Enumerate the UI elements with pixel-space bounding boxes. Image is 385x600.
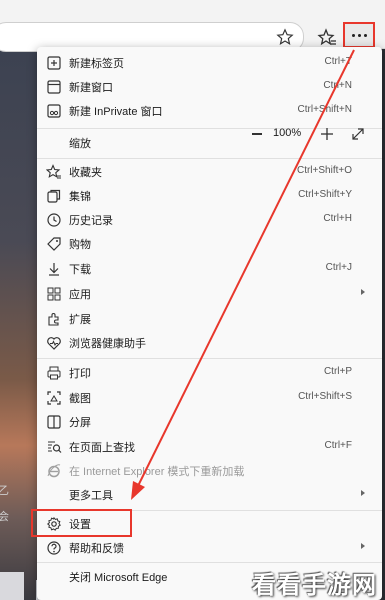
menu-item-extensions[interactable]: 扩展	[37, 307, 382, 331]
menu-item-print[interactable]: 打印 Ctrl+P	[37, 361, 382, 385]
find-icon	[48, 441, 62, 453]
menu-item-shortcut: Ctrl+N	[323, 80, 352, 91]
menu-separator	[37, 562, 382, 563]
menu-item-collections[interactable]: 集锦 Ctrl+Shift+Y	[37, 184, 382, 208]
settings-and-more-button[interactable]	[343, 22, 375, 48]
menu-item-split-screen[interactable]: 分屏	[37, 410, 382, 434]
menu-item-more-tools[interactable]: 更多工具	[37, 483, 382, 507]
favorites-icon[interactable]	[317, 27, 337, 47]
menu-item-label: 新建窗口	[69, 82, 113, 94]
menu-item-history[interactable]: 历史记录 Ctrl+H	[37, 208, 382, 232]
menu-item-shortcut: Ctrl+F	[324, 440, 353, 451]
menu-item-label: 浏览器健康助手	[69, 338, 146, 350]
highlight-box	[31, 509, 132, 537]
background-text: 会	[0, 511, 9, 523]
menu-item-label: 帮助和反馈	[69, 543, 124, 555]
background-card	[0, 572, 24, 600]
menu-item-shopping[interactable]: 购物	[37, 232, 382, 256]
menu-item-downloads[interactable]: 下载 Ctrl+J	[37, 257, 382, 281]
menu-item-find-on-page[interactable]: 在页面上查找 Ctrl+F	[37, 435, 382, 459]
menu-item-shortcut: Ctrl+P	[323, 366, 352, 377]
menu-item-shortcut: Ctrl+Shift+Y	[298, 189, 352, 200]
download-icon	[49, 263, 59, 276]
menu-item-label: 应用	[69, 289, 91, 301]
menu-item-label: 分屏	[69, 417, 91, 429]
menu-item-shortcut: Ctrl+Shift+N	[297, 104, 352, 115]
menu-item-shortcut: Ctrl+H	[323, 213, 352, 224]
menu-item-ie-mode: 在 Internet Explorer 模式下重新加载	[37, 459, 382, 483]
menu-item-shortcut: Ctrl+J	[325, 262, 352, 273]
menu-item-label: 历史记录	[69, 215, 113, 227]
history-icon	[47, 213, 61, 227]
menu-separator	[37, 158, 382, 159]
collections-icon	[47, 189, 61, 203]
settings-menu: 新建标签页 Ctrl+T 新建窗口 Ctrl+N 新建 InPrivate 窗口…	[31, 47, 382, 600]
star-icon[interactable]	[276, 28, 294, 46]
menu-item-shortcut: Ctrl+T	[324, 56, 353, 67]
browser-toolbar	[0, 0, 385, 52]
submenu-arrow-icon	[361, 289, 365, 295]
menu-item-label: 收藏夹	[69, 167, 102, 179]
menu-item-label: 在 Internet Explorer 模式下重新加载	[69, 466, 245, 478]
zoom-out-button[interactable]	[252, 133, 262, 135]
menu-item-label: 关闭 Microsoft Edge	[69, 572, 168, 584]
menu-item-label: 购物	[69, 239, 91, 251]
dot-icon	[363, 33, 367, 37]
menu-item-label: 扩展	[69, 314, 91, 326]
health-icon	[47, 337, 61, 350]
split-screen-icon	[47, 415, 61, 429]
menu-item-label: 下载	[69, 264, 91, 276]
shopping-icon	[47, 237, 61, 251]
menu-item-new-window[interactable]: 新建窗口 Ctrl+N	[37, 75, 382, 99]
menu-item-help-feedback[interactable]: 帮助和反馈	[37, 536, 382, 560]
new-tab-icon	[47, 56, 61, 70]
submenu-arrow-icon	[361, 543, 365, 549]
menu-item-browser-health[interactable]: 浏览器健康助手	[37, 331, 382, 355]
menu-item-label: 截图	[69, 393, 91, 405]
menu-item-new-tab[interactable]: 新建标签页 Ctrl+T	[37, 51, 382, 75]
menu-item-shortcut: Ctrl+Shift+O	[296, 165, 352, 176]
menu-item-label: 集锦	[69, 191, 91, 203]
favorites-icon	[46, 164, 61, 179]
fullscreen-icon[interactable]	[351, 127, 365, 141]
zoom-in-button[interactable]	[321, 128, 333, 140]
inprivate-icon	[47, 104, 61, 118]
menu-item-label: 新建标签页	[69, 58, 124, 70]
menu-item-label: 缩放	[69, 138, 91, 150]
help-icon	[47, 541, 61, 555]
print-icon	[47, 366, 61, 380]
menu-item-label: 更多工具	[69, 490, 113, 502]
background-text: 乙	[0, 485, 9, 497]
submenu-arrow-icon	[361, 490, 365, 496]
menu-item-label: 新建 InPrivate 窗口	[69, 106, 163, 118]
menu-item-label: 打印	[69, 368, 91, 380]
ie-mode-icon	[47, 464, 61, 478]
screenshot-icon	[47, 391, 61, 405]
menu-item-new-inprivate[interactable]: 新建 InPrivate 窗口 Ctrl+Shift+N	[37, 99, 382, 123]
menu-item-label: 在页面上查找	[69, 442, 135, 454]
new-window-icon	[47, 80, 61, 94]
menu-separator	[37, 358, 382, 359]
dot-icon	[357, 33, 361, 37]
menu-item-shortcut: Ctrl+Shift+S	[298, 391, 352, 402]
zoom-level: 100%	[273, 127, 302, 139]
menu-item-apps[interactable]: 应用	[37, 282, 382, 306]
menu-item-screenshot[interactable]: 截图 Ctrl+Shift+S	[37, 386, 382, 410]
menu-item-favorites[interactable]: 收藏夹 Ctrl+Shift+O	[37, 160, 382, 184]
apps-icon	[47, 287, 61, 301]
watermark: 看看手游网	[252, 571, 377, 599]
extensions-icon	[48, 313, 59, 326]
dot-icon	[351, 33, 355, 37]
